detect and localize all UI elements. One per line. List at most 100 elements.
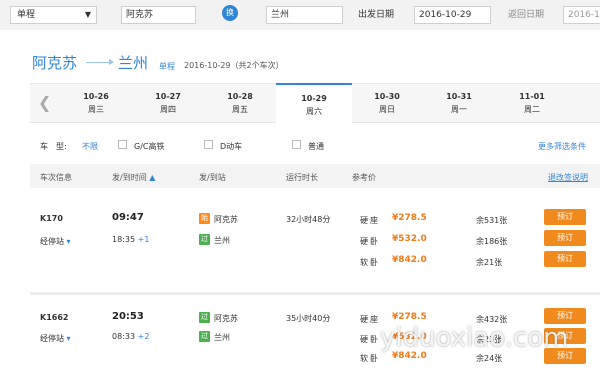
route-info: 2016-10-29（共2个车次） [184, 61, 284, 70]
seats-remaining: 余24张 [476, 354, 503, 363]
route-arrow-icon [86, 59, 114, 65]
date-tab[interactable]: 10-26 周三 [58, 83, 134, 123]
swap-label: 换 [226, 8, 234, 17]
sort-asc-icon: ▲ [149, 173, 156, 182]
col-train-info: 车次信息 [40, 173, 72, 182]
to-city-input[interactable]: 兰州 [266, 6, 343, 24]
date-tab-weekday: 周一 [451, 105, 467, 114]
filter-d-label: D动车 [220, 142, 243, 151]
col-station: 发/到站 [199, 173, 226, 182]
to-station: 兰州 [214, 333, 230, 342]
date-tab[interactable]: 10-28 周五 [202, 83, 278, 123]
return-date-value: 2016-1 [568, 10, 600, 20]
arrive-time: 08:33 +2 [112, 332, 149, 341]
date-tab-weekday: 周二 [524, 105, 540, 114]
date-tab-date: 10-30 [374, 92, 400, 101]
date-tab-date: 10-27 [155, 92, 181, 101]
seat-price: ¥532.0 [392, 234, 427, 244]
depart-time: 20:53 [112, 311, 144, 322]
date-tab-date: 10-26 [83, 92, 109, 101]
date-tab-weekday: 周六 [306, 107, 322, 116]
seat-price: ¥278.5 [392, 312, 427, 322]
to-city-value: 兰州 [271, 10, 290, 20]
seat-type: 硬卧 [360, 335, 380, 344]
caret-down-icon: ▾ [66, 334, 71, 343]
caret-down-icon: ▾ [66, 237, 71, 246]
seat-type: 硬卧 [360, 237, 380, 246]
pass-station-badge: 过 [199, 234, 210, 245]
filter-gc-label: G/C高铁 [134, 142, 165, 151]
refund-info-link[interactable]: 退改签说明 [548, 172, 588, 183]
arrive-time-value: 18:35 [112, 235, 136, 244]
day-offset: +1 [137, 235, 150, 244]
col-price: 参考价 [352, 173, 376, 182]
book-button[interactable]: 预订 [544, 230, 586, 246]
swap-cities-button[interactable]: 换 [222, 5, 238, 21]
seat-type: 硬座 [360, 315, 380, 324]
pass-station-badge: 过 [199, 312, 210, 323]
day-offset: +2 [137, 332, 150, 341]
date-tab-date: 10-29 [301, 94, 327, 103]
book-button[interactable]: 预订 [544, 251, 586, 267]
filter-normal-label: 普通 [308, 142, 324, 151]
trip-type-select[interactable]: 单程 ▼ [10, 6, 97, 24]
trip-type-badge: 单程 [159, 62, 175, 71]
return-date-input[interactable]: 2016-1 [563, 6, 600, 24]
duration: 35小时40分 [286, 314, 331, 323]
seats-remaining: 余21张 [476, 258, 503, 267]
seat-type: 软卧 [360, 354, 380, 363]
date-tab-weekday: 周三 [88, 105, 104, 114]
route-to: 兰州 [118, 54, 149, 72]
seats-remaining: 余186张 [476, 237, 508, 246]
date-tab-weekday: 周五 [232, 105, 248, 114]
depart-date-label: 出发日期 [358, 10, 395, 20]
stops-dropdown[interactable]: 经停站 ▾ [40, 236, 71, 247]
more-filters-link[interactable]: 更多筛选条件 [538, 141, 586, 152]
seats-remaining: 余531张 [476, 216, 508, 225]
site-watermark: yiduoxiao.com [380, 323, 569, 353]
stops-label: 经停站 [40, 334, 64, 343]
book-button[interactable]: 预订 [544, 209, 586, 225]
filter-normal-checkbox[interactable] [292, 140, 301, 149]
chevron-down-icon: ▼ [84, 10, 91, 19]
from-city-input[interactable]: 阿克苏 [121, 6, 196, 24]
date-tab[interactable]: 10-27 周四 [130, 83, 206, 123]
depart-date-input[interactable]: 2016-10-29 [414, 6, 491, 24]
return-date-label: 返回日期 [508, 10, 545, 20]
pass-station-badge: 过 [199, 331, 210, 342]
seat-price: ¥842.0 [392, 255, 427, 265]
col-depart-time-label: 发/到时间 [112, 173, 147, 182]
date-tab-date: 10-28 [227, 92, 253, 101]
prev-dates-icon[interactable]: ❮ [38, 93, 51, 112]
seat-price: ¥278.5 [392, 213, 427, 223]
date-tab-date: 10-31 [446, 92, 472, 101]
seat-type: 软卧 [360, 258, 380, 267]
from-station: 阿克苏 [214, 314, 238, 323]
filter-d-checkbox[interactable] [204, 140, 213, 149]
date-tab-date: 11-01 [519, 92, 545, 101]
train-number[interactable]: K170 [40, 214, 63, 223]
col-depart-time[interactable]: 发/到时间 ▲ [112, 172, 155, 183]
date-tab[interactable]: 11-01 周二 [494, 83, 570, 123]
route-from: 阿克苏 [32, 54, 78, 72]
train-type-label: 车 型: [40, 142, 67, 151]
to-station: 兰州 [214, 236, 230, 245]
date-tab[interactable]: 10-30 周日 [349, 83, 425, 123]
date-tab[interactable]: 10-31 周一 [421, 83, 497, 123]
book-button[interactable]: 预订 [544, 308, 586, 324]
row-divider [30, 292, 600, 295]
start-station-badge: 始 [199, 213, 210, 224]
depart-time: 09:47 [112, 212, 144, 223]
filter-unlimited[interactable]: 不限 [82, 141, 98, 152]
col-duration[interactable]: 运行时长 [286, 172, 318, 183]
seat-type: 硬座 [360, 216, 380, 225]
depart-date-value: 2016-10-29 [419, 10, 472, 20]
train-number[interactable]: K1662 [40, 313, 68, 322]
trip-type-value: 单程 [17, 10, 36, 20]
duration: 32小时48分 [286, 215, 331, 224]
stops-dropdown[interactable]: 经停站 ▾ [40, 333, 71, 344]
filter-gc-checkbox[interactable] [118, 140, 127, 149]
date-tab-active[interactable]: 10-29 周六 [276, 83, 352, 124]
arrive-time-value: 08:33 [112, 332, 136, 341]
date-tab-weekday: 周日 [379, 105, 395, 114]
